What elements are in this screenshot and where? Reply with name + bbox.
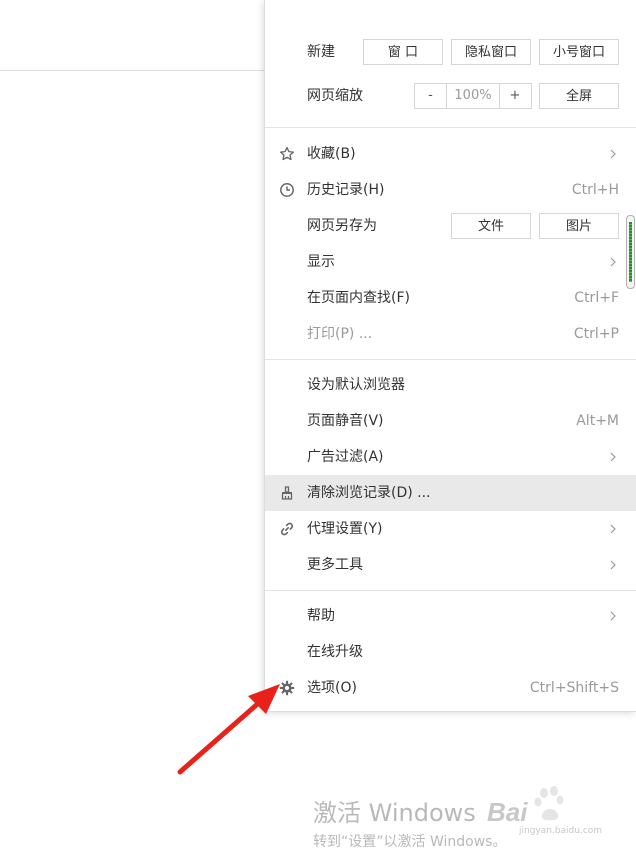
red-arrow-annotation <box>177 684 280 775</box>
more-tools-label: 更多工具 <box>307 557 363 573</box>
clear-history-label: 清除浏览记录(D) ... <box>307 485 431 501</box>
page-scrollbar[interactable] <box>626 215 635 289</box>
broom-icon <box>281 486 293 500</box>
baidu-logo-text: Bai <box>487 797 528 827</box>
print-shortcut: Ctrl+P <box>573 326 619 342</box>
chevron-right-icon <box>610 560 616 570</box>
menu-item-options[interactable]: 选项(O) Ctrl+Shift+S <box>265 670 636 706</box>
activation-title: 激活 Windows <box>313 799 476 827</box>
save-as-image-button[interactable]: 图片 <box>539 213 619 239</box>
menu-item-favorites[interactable]: 收藏(B) <box>265 136 636 172</box>
help-label: 帮助 <box>307 608 335 624</box>
menu-separator <box>265 127 636 128</box>
windows-activation-watermark: 激活 Windows 转到“设置”以激活 Windows。 <box>313 798 506 852</box>
favorites-label: 收藏(B) <box>307 146 356 162</box>
options-label: 选项(O) <box>307 680 357 696</box>
chevron-right-icon <box>610 611 616 621</box>
menu-item-more-tools[interactable]: 更多工具 <box>265 547 636 583</box>
menu-row-zoom: 网页缩放 - 100% + 全屏 <box>265 78 636 114</box>
menu-row-new: 新建 窗 口 隐私窗口 小号窗口 <box>265 34 636 70</box>
baidu-logo-subtext: jingyan.baidu.com <box>519 826 603 836</box>
print-label: 打印(P) ... <box>307 326 373 342</box>
page-divider <box>0 70 264 71</box>
chevron-right-icon <box>610 149 616 159</box>
activation-subtitle: 转到“设置”以激活 Windows。 <box>313 834 507 850</box>
new-window-button[interactable]: 窗 口 <box>363 39 443 65</box>
save-as-file-button[interactable]: 文件 <box>451 213 531 239</box>
menu-item-find[interactable]: 在页面内查找(F) Ctrl+F <box>265 280 636 316</box>
menu-item-upgrade[interactable]: 在线升级 <box>265 634 636 670</box>
menu-item-history[interactable]: 历史记录(H) Ctrl+H <box>265 172 636 208</box>
menu-item-print: 打印(P) ... Ctrl+P <box>265 316 636 352</box>
chevron-right-icon <box>610 524 616 534</box>
clock-icon <box>280 183 294 197</box>
menu-item-proxy[interactable]: 代理设置(Y) <box>265 511 636 547</box>
mute-shortcut: Alt+M <box>576 413 619 429</box>
menu-item-display[interactable]: 显示 <box>265 244 636 280</box>
default-browser-label: 设为默认浏览器 <box>307 377 405 393</box>
browser-main-menu: 新建 窗 口 隐私窗口 小号窗口 网页缩放 - 100% + 全屏 收藏(B) … <box>264 0 636 712</box>
zoom-control: - 100% + <box>414 83 532 109</box>
zoom-label: 网页缩放 <box>307 88 363 104</box>
menu-separator <box>265 590 636 591</box>
zoom-in-button[interactable]: + <box>499 84 531 108</box>
menu-item-clear-history[interactable]: 清除浏览记录(D) ... <box>265 475 636 511</box>
upgrade-label: 在线升级 <box>307 644 363 660</box>
menu-item-adblock[interactable]: 广告过滤(A) <box>265 439 636 475</box>
find-label: 在页面内查找(F) <box>307 290 410 306</box>
menu-item-help[interactable]: 帮助 <box>265 598 636 634</box>
adblock-label: 广告过滤(A) <box>307 449 384 465</box>
link-icon <box>280 522 294 536</box>
chevron-right-icon <box>610 452 616 462</box>
star-icon <box>279 146 295 161</box>
menu-separator <box>265 359 636 360</box>
history-label: 历史记录(H) <box>307 182 385 198</box>
new-private-window-button[interactable]: 隐私窗口 <box>451 39 531 65</box>
scrollbar-thumb[interactable] <box>629 222 632 282</box>
save-as-label: 网页另存为 <box>307 218 377 234</box>
find-shortcut: Ctrl+F <box>574 290 619 306</box>
new-label: 新建 <box>307 44 335 60</box>
menu-item-mute[interactable]: 页面静音(V) Alt+M <box>265 403 636 439</box>
zoom-out-button[interactable]: - <box>415 84 446 108</box>
proxy-label: 代理设置(Y) <box>307 521 383 537</box>
options-shortcut: Ctrl+Shift+S <box>529 680 619 696</box>
fullscreen-button[interactable]: 全屏 <box>539 83 619 109</box>
mute-label: 页面静音(V) <box>307 413 384 429</box>
menu-row-save-as: 网页另存为 文件 图片 <box>265 208 636 244</box>
menu-item-default-browser[interactable]: 设为默认浏览器 <box>265 367 636 403</box>
chevron-right-icon <box>610 257 616 267</box>
display-label: 显示 <box>307 254 335 270</box>
new-small-window-button[interactable]: 小号窗口 <box>539 39 619 65</box>
history-shortcut: Ctrl+H <box>571 182 619 198</box>
zoom-level-value: 100% <box>446 84 500 108</box>
